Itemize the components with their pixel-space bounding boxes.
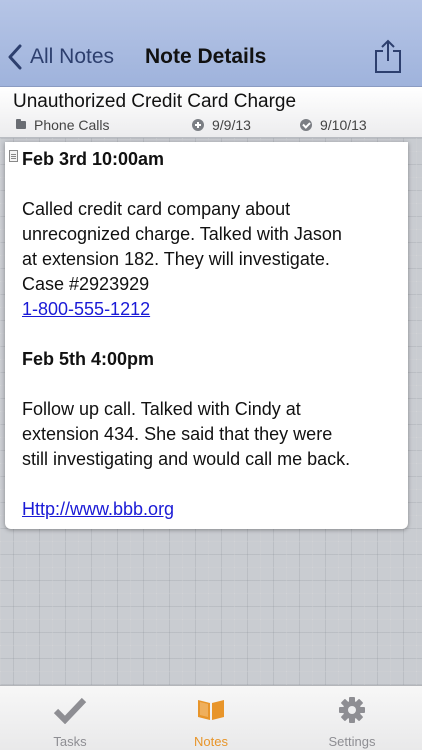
note-header: Unauthorized Credit Card Charge Phone Ca… (0, 87, 422, 138)
checkmark-icon (53, 697, 87, 724)
tab-tasks[interactable]: Tasks (0, 686, 140, 750)
back-button-label: All Notes (30, 45, 115, 68)
tab-tasks-label: Tasks (53, 734, 87, 749)
share-button[interactable] (373, 38, 403, 74)
note-content-card[interactable]: Feb 3rd 10:00am Called credit card compa… (5, 142, 408, 529)
entry-text-line: Case #2923929 (22, 274, 150, 294)
back-button[interactable]: All Notes (8, 40, 114, 74)
tab-settings-label: Settings (328, 734, 376, 749)
note-folder[interactable]: Phone Calls (16, 117, 110, 133)
entry-text-line: Called credit card company about (22, 199, 291, 219)
website-link[interactable]: Http://www.bbb.org (22, 499, 174, 519)
gear-icon (339, 697, 365, 723)
note-page-icon (9, 150, 18, 162)
created-date-label: 9/9/13 (212, 117, 251, 133)
note-body[interactable]: Feb 3rd 10:00am Called credit card compa… (22, 147, 402, 522)
navigation-bar: All Notes Note Details (0, 0, 422, 87)
tab-settings[interactable]: Settings (282, 686, 422, 750)
check-circle-icon (300, 119, 312, 131)
entry-text-line: still investigating and would call me ba… (22, 449, 351, 469)
open-book-icon (198, 700, 224, 720)
note-title: Unauthorized Credit Card Charge (13, 91, 297, 112)
chevron-left-icon (8, 44, 22, 70)
entry-heading: Feb 5th 4:00pm (22, 349, 155, 369)
note-modified-date: 9/10/13 (300, 117, 367, 133)
plus-circle-icon (192, 119, 204, 131)
note-created-date: 9/9/13 (192, 117, 251, 133)
folder-icon (16, 119, 26, 129)
tab-notes-label: Notes (194, 734, 228, 749)
entry-text-line: unrecognized charge. Talked with Jason (22, 224, 342, 244)
tab-bar: Tasks Notes Settings (0, 685, 422, 750)
entry-heading: Feb 3rd 10:00am (22, 149, 165, 169)
page-title: Note Details (145, 45, 267, 68)
entry-text-line: at extension 182. They will investigate. (22, 249, 330, 269)
entry-text-line: extension 434. She said that they were (22, 424, 333, 444)
modified-date-label: 9/10/13 (320, 117, 367, 133)
note-folder-label: Phone Calls (34, 117, 110, 133)
entry-text-line: Follow up call. Talked with Cindy at (22, 399, 301, 419)
tab-notes[interactable]: Notes (141, 686, 281, 750)
share-icon (375, 39, 401, 73)
phone-link[interactable]: 1-800-555-1212 (22, 299, 150, 319)
